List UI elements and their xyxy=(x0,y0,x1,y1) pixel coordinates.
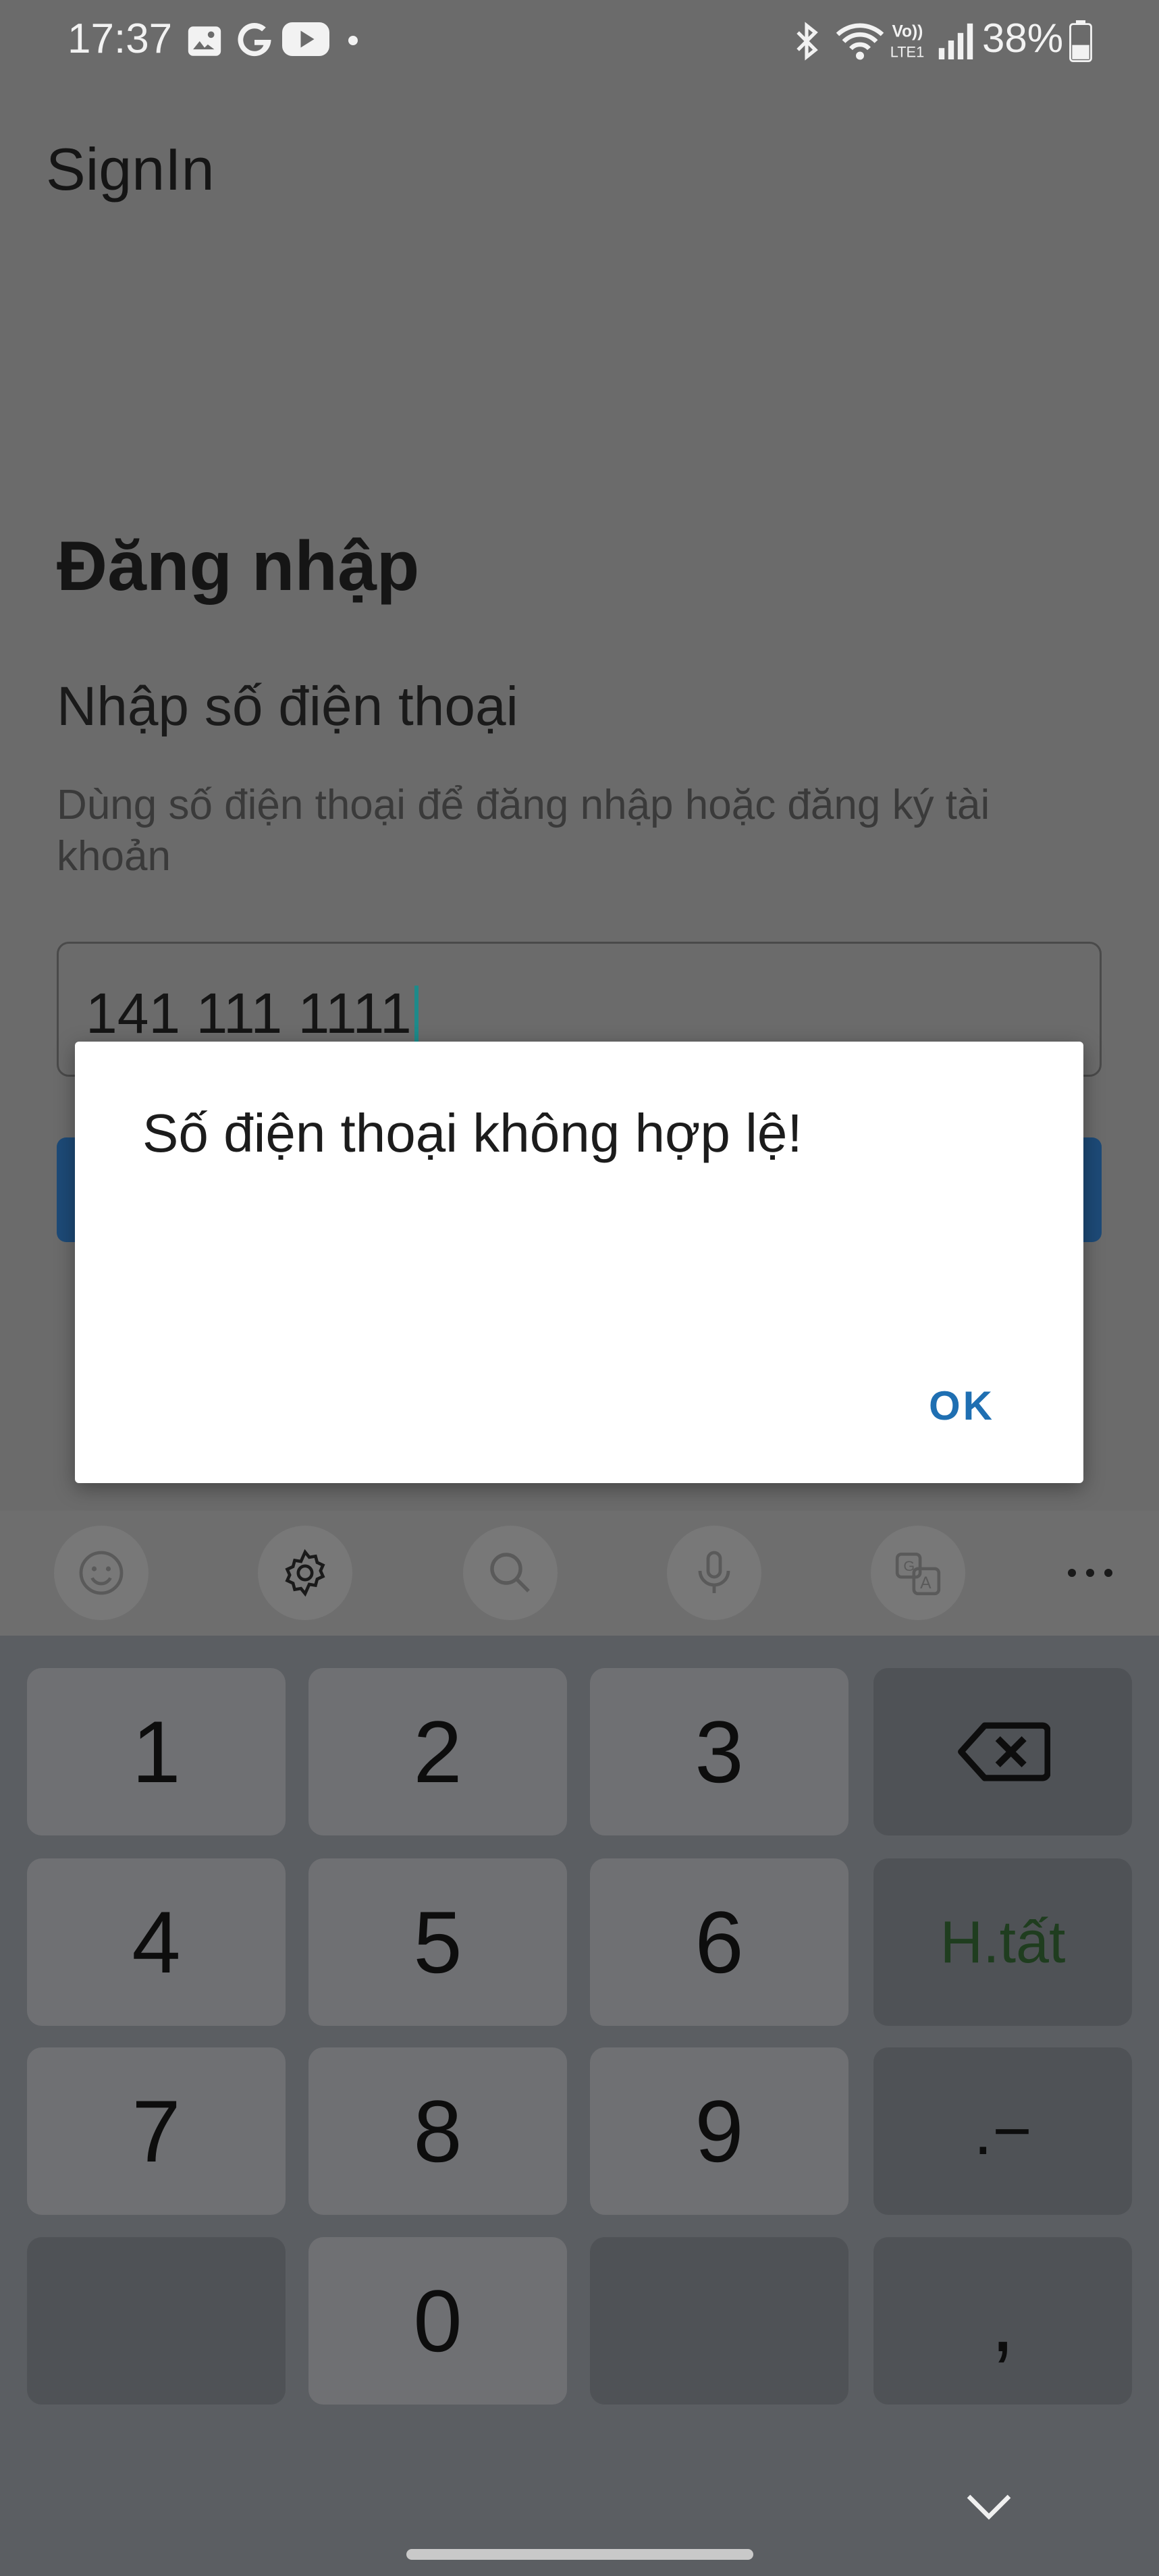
phone-input-text: 141 111 1111 xyxy=(86,982,412,1045)
emoji-button[interactable] xyxy=(54,1526,149,1620)
phone-input-value: 141 111 1111 xyxy=(86,981,419,1050)
svg-text:G: G xyxy=(903,1557,915,1574)
chevron-down-icon xyxy=(967,2494,1011,2520)
comma-key[interactable]: , xyxy=(873,2237,1132,2405)
key-6[interactable]: 6 xyxy=(590,1858,848,2026)
youtube-icon xyxy=(282,22,329,56)
done-key[interactable]: H.tất xyxy=(873,1858,1132,2026)
status-bar: 17:37 Vo)) LTE1 38% xyxy=(0,0,1159,88)
more-icon xyxy=(1068,1569,1112,1577)
svg-text:Vo)): Vo)) xyxy=(892,23,923,41)
helper-text: Dùng số điện thoại để đăng nhập hoặc đăn… xyxy=(57,782,990,880)
volte-icon: Vo)) LTE1 xyxy=(890,23,924,61)
wifi-icon xyxy=(836,23,884,60)
key-7[interactable]: 7 xyxy=(27,2047,286,2215)
key-3[interactable]: 3 xyxy=(590,1668,848,1835)
voice-input-button[interactable] xyxy=(667,1526,761,1620)
blank-key-left[interactable] xyxy=(27,2237,286,2405)
key-4[interactable]: 4 xyxy=(27,1858,286,2026)
emoji-icon xyxy=(79,1551,124,1595)
gesture-nav-bar[interactable] xyxy=(406,2549,753,2560)
key-8[interactable]: 8 xyxy=(308,2047,567,2215)
gallery-icon xyxy=(188,26,221,56)
keyboard-toolbar: GA xyxy=(0,1511,1159,1636)
page-title: Đăng nhập xyxy=(57,527,420,606)
status-time: 17:37 xyxy=(68,16,173,62)
translate-button[interactable]: GA xyxy=(871,1526,965,1620)
mic-icon xyxy=(698,1551,730,1593)
dialog-message: Số điện thoại không hợp lệ! xyxy=(142,1103,803,1163)
key-5[interactable]: 5 xyxy=(308,1858,567,2026)
keyboard-search-button[interactable] xyxy=(463,1526,558,1620)
blank-key-right[interactable] xyxy=(590,2237,848,2405)
backspace-icon xyxy=(957,1722,1050,1781)
phone-label: Nhập số điện thoại xyxy=(57,676,518,737)
error-dialog: Số điện thoại không hợp lệ! OK xyxy=(75,1042,1083,1483)
svg-text:A: A xyxy=(920,1574,932,1592)
backspace-key[interactable] xyxy=(873,1668,1132,1835)
key-1[interactable]: 1 xyxy=(27,1668,286,1835)
text-cursor xyxy=(414,985,419,1050)
key-0[interactable]: 0 xyxy=(308,2237,567,2405)
signal-icon xyxy=(938,23,973,59)
ok-button[interactable]: OK xyxy=(929,1383,995,1429)
battery-icon xyxy=(1069,20,1092,62)
hide-keyboard-button[interactable] xyxy=(959,2483,1019,2530)
svg-text:LTE1: LTE1 xyxy=(890,44,924,61)
dot-icon xyxy=(348,36,358,45)
key-9[interactable]: 9 xyxy=(590,2047,848,2215)
key-2[interactable]: 2 xyxy=(308,1668,567,1835)
app-bar-title: SignIn xyxy=(46,136,215,203)
battery-level: 38% xyxy=(982,16,1064,61)
symbol-key[interactable]: .− xyxy=(873,2047,1132,2215)
keyboard-settings-button[interactable] xyxy=(258,1526,352,1620)
bluetooth-icon xyxy=(797,22,818,61)
numeric-keyboard: 1 2 3 4 5 6 H.tất 7 8 9 .− 0 , xyxy=(0,1636,1159,2576)
translate-icon: GA xyxy=(895,1552,941,1596)
search-icon xyxy=(490,1553,530,1592)
more-options-button[interactable] xyxy=(1060,1553,1121,1593)
google-icon xyxy=(238,23,271,57)
settings-icon xyxy=(285,1549,325,1597)
